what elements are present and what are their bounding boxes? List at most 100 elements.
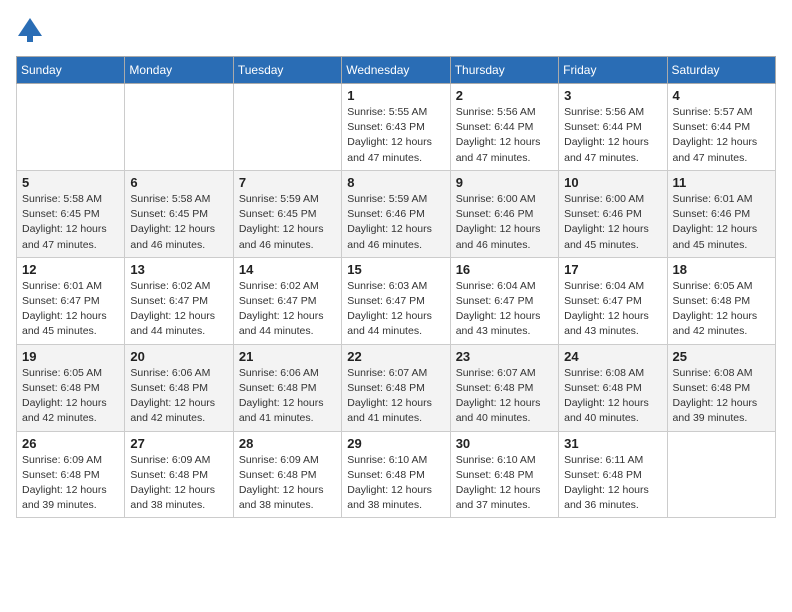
day-number: 3: [564, 88, 661, 103]
day-number: 15: [347, 262, 444, 277]
day-info: Sunrise: 6:06 AM Sunset: 6:48 PM Dayligh…: [239, 366, 336, 427]
calendar-week-row: 19 Sunrise: 6:05 AM Sunset: 6:48 PM Dayli…: [17, 344, 776, 431]
day-info: Sunrise: 6:05 AM Sunset: 6:48 PM Dayligh…: [673, 279, 770, 340]
calendar-week-row: 1 Sunrise: 5:55 AM Sunset: 6:43 PM Daylig…: [17, 84, 776, 171]
day-number: 20: [130, 349, 227, 364]
day-info: Sunrise: 5:56 AM Sunset: 6:44 PM Dayligh…: [564, 105, 661, 166]
day-number: 9: [456, 175, 553, 190]
day-info: Sunrise: 6:10 AM Sunset: 6:48 PM Dayligh…: [347, 453, 444, 514]
logo: [16, 16, 48, 44]
calendar-day-cell: 14Sunrise: 6:02 AM Sunset: 6:47 PM Dayli…: [233, 257, 341, 344]
calendar-day-cell: [233, 84, 341, 171]
day-number: 28: [239, 436, 336, 451]
calendar-day-cell: 25Sunrise: 6:08 AM Sunset: 6:48 PM Dayli…: [667, 344, 775, 431]
day-number: 22: [347, 349, 444, 364]
day-number: 19: [22, 349, 119, 364]
day-info: Sunrise: 5:58 AM Sunset: 6:45 PM Dayligh…: [130, 192, 227, 253]
day-info: Sunrise: 6:11 AM Sunset: 6:48 PM Dayligh…: [564, 453, 661, 514]
day-number: 17: [564, 262, 661, 277]
day-info: Sunrise: 5:59 AM Sunset: 6:46 PM Dayligh…: [347, 192, 444, 253]
weekday-header: Wednesday: [342, 57, 450, 84]
calendar-day-cell: 18 Sunrise: 6:05 AM Sunset: 6:48 PM Dayli…: [667, 257, 775, 344]
calendar-week-row: 26 Sunrise: 6:09 AM Sunset: 6:48 PM Dayli…: [17, 431, 776, 518]
calendar-day-cell: 8 Sunrise: 5:59 AM Sunset: 6:46 PM Daylig…: [342, 170, 450, 257]
logo-icon: [16, 16, 44, 44]
calendar-day-cell: 13Sunrise: 6:02 AM Sunset: 6:47 PM Dayli…: [125, 257, 233, 344]
day-number: 18: [673, 262, 770, 277]
day-number: 5: [22, 175, 119, 190]
calendar-day-cell: 31Sunrise: 6:11 AM Sunset: 6:48 PM Dayli…: [559, 431, 667, 518]
day-info: Sunrise: 5:55 AM Sunset: 6:43 PM Dayligh…: [347, 105, 444, 166]
calendar-day-cell: 9 Sunrise: 6:00 AM Sunset: 6:46 PM Daylig…: [450, 170, 558, 257]
day-info: Sunrise: 6:09 AM Sunset: 6:48 PM Dayligh…: [22, 453, 119, 514]
weekday-header: Tuesday: [233, 57, 341, 84]
calendar-header-row: SundayMondayTuesdayWednesdayThursdayFrid…: [17, 57, 776, 84]
day-info: Sunrise: 5:59 AM Sunset: 6:45 PM Dayligh…: [239, 192, 336, 253]
calendar-day-cell: 10Sunrise: 6:00 AM Sunset: 6:46 PM Dayli…: [559, 170, 667, 257]
day-number: 2: [456, 88, 553, 103]
calendar-day-cell: 12 Sunrise: 6:01 AM Sunset: 6:47 PM Dayli…: [17, 257, 125, 344]
calendar-day-cell: 11Sunrise: 6:01 AM Sunset: 6:46 PM Dayli…: [667, 170, 775, 257]
calendar-day-cell: 21 Sunrise: 6:06 AM Sunset: 6:48 PM Dayli…: [233, 344, 341, 431]
day-number: 24: [564, 349, 661, 364]
day-info: Sunrise: 5:58 AM Sunset: 6:45 PM Dayligh…: [22, 192, 119, 253]
day-number: 16: [456, 262, 553, 277]
calendar-day-cell: 23Sunrise: 6:07 AM Sunset: 6:48 PM Dayli…: [450, 344, 558, 431]
calendar-day-cell: 4 Sunrise: 5:57 AM Sunset: 6:44 PM Daylig…: [667, 84, 775, 171]
calendar-day-cell: 27 Sunrise: 6:09 AM Sunset: 6:48 PM Dayli…: [125, 431, 233, 518]
calendar-day-cell: 24 Sunrise: 6:08 AM Sunset: 6:48 PM Dayli…: [559, 344, 667, 431]
day-info: Sunrise: 6:10 AM Sunset: 6:48 PM Dayligh…: [456, 453, 553, 514]
day-info: Sunrise: 5:56 AM Sunset: 6:44 PM Dayligh…: [456, 105, 553, 166]
calendar-day-cell: [17, 84, 125, 171]
weekday-header: Thursday: [450, 57, 558, 84]
calendar-day-cell: 3 Sunrise: 5:56 AM Sunset: 6:44 PM Daylig…: [559, 84, 667, 171]
day-number: 7: [239, 175, 336, 190]
calendar-day-cell: 6 Sunrise: 5:58 AM Sunset: 6:45 PM Daylig…: [125, 170, 233, 257]
day-number: 12: [22, 262, 119, 277]
calendar-day-cell: [667, 431, 775, 518]
day-info: Sunrise: 6:06 AM Sunset: 6:48 PM Dayligh…: [130, 366, 227, 427]
day-number: 30: [456, 436, 553, 451]
calendar-day-cell: 5 Sunrise: 5:58 AM Sunset: 6:45 PM Daylig…: [17, 170, 125, 257]
day-number: 4: [673, 88, 770, 103]
calendar-day-cell: 28 Sunrise: 6:09 AM Sunset: 6:48 PM Dayli…: [233, 431, 341, 518]
weekday-header: Sunday: [17, 57, 125, 84]
day-number: 21: [239, 349, 336, 364]
calendar-day-cell: 29 Sunrise: 6:10 AM Sunset: 6:48 PM Dayli…: [342, 431, 450, 518]
day-number: 1: [347, 88, 444, 103]
day-number: 26: [22, 436, 119, 451]
weekday-header: Saturday: [667, 57, 775, 84]
day-info: Sunrise: 6:04 AM Sunset: 6:47 PM Dayligh…: [564, 279, 661, 340]
day-info: Sunrise: 6:09 AM Sunset: 6:48 PM Dayligh…: [239, 453, 336, 514]
day-info: Sunrise: 6:07 AM Sunset: 6:48 PM Dayligh…: [456, 366, 553, 427]
day-info: Sunrise: 6:00 AM Sunset: 6:46 PM Dayligh…: [456, 192, 553, 253]
day-info: Sunrise: 6:03 AM Sunset: 6:47 PM Dayligh…: [347, 279, 444, 340]
day-number: 29: [347, 436, 444, 451]
day-number: 8: [347, 175, 444, 190]
day-number: 27: [130, 436, 227, 451]
day-info: Sunrise: 6:01 AM Sunset: 6:47 PM Dayligh…: [22, 279, 119, 340]
calendar-table: SundayMondayTuesdayWednesdayThursdayFrid…: [16, 56, 776, 518]
page-header: [16, 16, 776, 44]
calendar-day-cell: 15 Sunrise: 6:03 AM Sunset: 6:47 PM Dayli…: [342, 257, 450, 344]
weekday-header: Monday: [125, 57, 233, 84]
day-info: Sunrise: 6:04 AM Sunset: 6:47 PM Dayligh…: [456, 279, 553, 340]
day-number: 6: [130, 175, 227, 190]
calendar-day-cell: [125, 84, 233, 171]
calendar-day-cell: 1 Sunrise: 5:55 AM Sunset: 6:43 PM Daylig…: [342, 84, 450, 171]
day-info: Sunrise: 6:02 AM Sunset: 6:47 PM Dayligh…: [239, 279, 336, 340]
day-info: Sunrise: 6:07 AM Sunset: 6:48 PM Dayligh…: [347, 366, 444, 427]
day-number: 25: [673, 349, 770, 364]
day-info: Sunrise: 6:00 AM Sunset: 6:46 PM Dayligh…: [564, 192, 661, 253]
day-info: Sunrise: 6:09 AM Sunset: 6:48 PM Dayligh…: [130, 453, 227, 514]
day-number: 13: [130, 262, 227, 277]
day-info: Sunrise: 6:05 AM Sunset: 6:48 PM Dayligh…: [22, 366, 119, 427]
calendar-week-row: 5 Sunrise: 5:58 AM Sunset: 6:45 PM Daylig…: [17, 170, 776, 257]
calendar-day-cell: 26 Sunrise: 6:09 AM Sunset: 6:48 PM Dayli…: [17, 431, 125, 518]
calendar-day-cell: 30 Sunrise: 6:10 AM Sunset: 6:48 PM Dayli…: [450, 431, 558, 518]
day-info: Sunrise: 6:08 AM Sunset: 6:48 PM Dayligh…: [564, 366, 661, 427]
calendar-day-cell: 17 Sunrise: 6:04 AM Sunset: 6:47 PM Dayli…: [559, 257, 667, 344]
calendar-day-cell: 22 Sunrise: 6:07 AM Sunset: 6:48 PM Dayli…: [342, 344, 450, 431]
calendar-day-cell: 20 Sunrise: 6:06 AM Sunset: 6:48 PM Dayli…: [125, 344, 233, 431]
day-info: Sunrise: 5:57 AM Sunset: 6:44 PM Dayligh…: [673, 105, 770, 166]
